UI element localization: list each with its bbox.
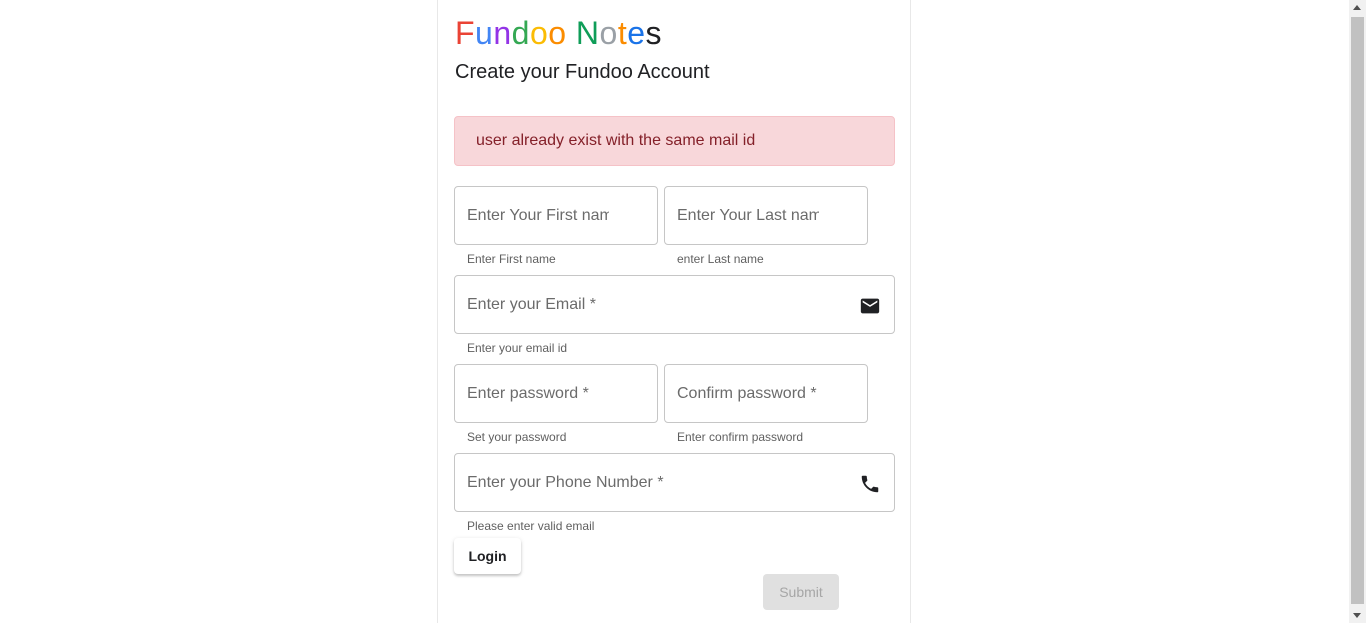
scroll-thumb[interactable] — [1351, 17, 1364, 604]
brand-letter: N — [575, 15, 600, 51]
brand-letter: o — [529, 15, 549, 51]
email-field[interactable] — [454, 275, 895, 334]
last-name-input[interactable] — [665, 187, 867, 244]
phone-hint: Please enter valid email — [467, 519, 595, 533]
scroll-up-icon[interactable] — [1353, 5, 1361, 10]
scroll-down-icon[interactable] — [1353, 613, 1361, 618]
error-alert: user already exist with the same mail id — [454, 116, 895, 166]
phone-input[interactable] — [455, 454, 894, 511]
brand-letter: o — [548, 15, 567, 51]
page-subtitle: Create your Fundoo Account — [455, 61, 710, 83]
signup-card: Fundoo Notes Create your Fundoo Account … — [437, 0, 911, 623]
brand-letter: e — [627, 15, 646, 51]
first-name-input[interactable] — [455, 187, 657, 244]
confirm-password-input[interactable] — [665, 365, 867, 422]
mail-icon — [859, 295, 881, 317]
login-button[interactable]: Login — [454, 538, 521, 574]
brand-logo: Fundoo Notes — [455, 13, 662, 53]
last-name-hint: enter Last name — [677, 252, 764, 266]
phone-field[interactable] — [454, 453, 895, 512]
confirm-password-hint: Enter confirm password — [677, 430, 804, 444]
password-input[interactable] — [455, 365, 657, 422]
email-input[interactable] — [455, 276, 894, 333]
brand-letter: u — [475, 15, 494, 51]
first-name-hint: Enter First name — [467, 252, 556, 266]
password-field[interactable] — [454, 364, 658, 423]
brand-letter: n — [493, 15, 512, 51]
submit-button[interactable]: Submit — [763, 574, 839, 610]
brand-letter: F — [455, 15, 476, 51]
confirm-password-field[interactable] — [664, 364, 868, 423]
brand-letter: d — [511, 15, 530, 51]
first-name-field[interactable] — [454, 186, 658, 245]
brand-letter: s — [645, 15, 663, 51]
email-hint: Enter your email id — [467, 341, 568, 355]
last-name-field[interactable] — [664, 186, 868, 245]
brand-letter: t — [617, 15, 628, 51]
brand-letter: o — [599, 15, 618, 51]
brand-space — [567, 13, 576, 53]
phone-icon — [859, 473, 881, 495]
page: Fundoo Notes Create your Fundoo Account … — [0, 0, 1366, 623]
password-hint: Set your password — [467, 430, 567, 444]
vertical-scrollbar[interactable] — [1349, 0, 1366, 623]
